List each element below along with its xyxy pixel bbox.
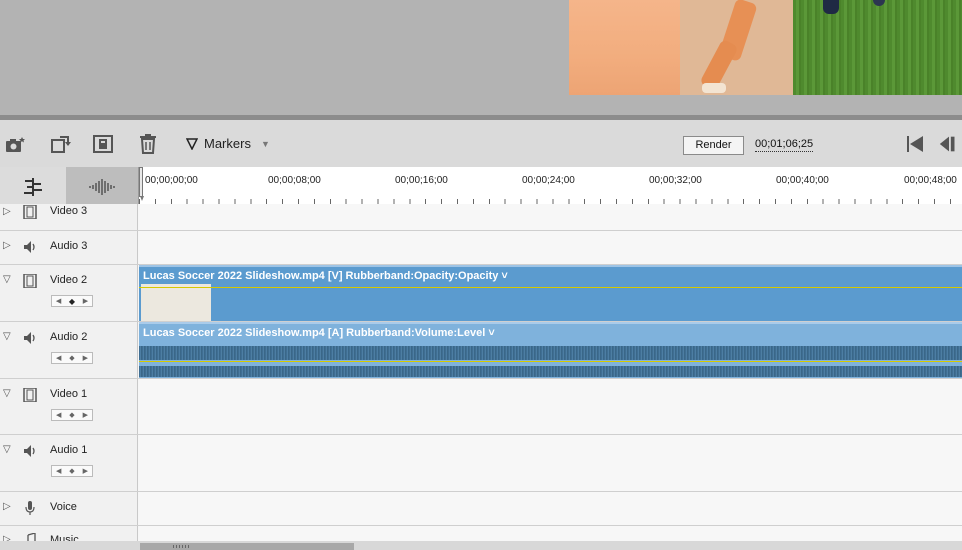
preview-frame — [569, 0, 962, 95]
track-name: Audio 1 — [50, 444, 88, 456]
preview-image-left — [569, 0, 680, 95]
audio-clip[interactable]: Lucas Soccer 2022 Slideshow.mp4 [A] Rubb… — [139, 322, 962, 378]
opacity-rubberband[interactable] — [139, 287, 962, 288]
marker-icon — [186, 137, 198, 150]
trash-icon[interactable] — [137, 134, 159, 154]
collapse-triangle-icon[interactable]: ▽ — [3, 444, 11, 455]
film-icon — [23, 388, 37, 402]
film-icon — [23, 274, 37, 288]
camera-snapshot-icon[interactable] — [5, 134, 27, 154]
audio-view-button[interactable] — [66, 167, 138, 207]
audio-waveform-icon — [89, 179, 115, 195]
keyframe-controls[interactable]: ◀ ◆ ▶ — [51, 352, 93, 364]
speaker-icon — [24, 241, 35, 253]
track-area[interactable] — [139, 492, 962, 525]
tracks-view-button[interactable] — [0, 167, 66, 207]
track-video-1: ▽ Video 1 ◀ ◆ ▶ — [0, 379, 962, 435]
track-name: Voice — [50, 501, 77, 513]
step-back-icon[interactable] — [938, 134, 960, 154]
collapse-triangle-icon[interactable]: ▽ — [3, 331, 11, 342]
ruler-label: 00;00;16;00 — [395, 175, 448, 186]
track-audio-2: ▽ Audio 2 ◀ ◆ ▶ Lucas Soccer 2022 Slidesho… — [0, 322, 962, 379]
speaker-icon — [24, 332, 35, 344]
render-button[interactable]: Render — [683, 136, 744, 155]
track-audio-1: ▽ Audio 1 ◀ ◆ ▶ — [0, 435, 962, 492]
scrollbar-grip-icon — [173, 545, 191, 548]
timeline-tracks: ▷ Video 3 ▷ Audio 3 ▽ Video 2 ◀ ◆ ▶ Lucas … — [0, 204, 962, 550]
expand-triangle-icon[interactable]: ▷ — [3, 240, 11, 251]
volume-rubberband[interactable] — [139, 361, 962, 362]
clip-thumbnail — [141, 284, 211, 321]
markers-label: Markers — [204, 136, 251, 151]
track-voice: ▷ Voice — [0, 492, 962, 526]
track-name: Audio 3 — [50, 240, 88, 252]
microphone-icon — [25, 501, 35, 515]
track-name: Video 2 — [50, 274, 88, 286]
track-area[interactable] — [139, 435, 962, 491]
timecode-field[interactable]: 00;01;06;25 — [755, 138, 814, 152]
video-clip[interactable]: Lucas Soccer 2022 Slideshow.mp4 [V] Rubb… — [139, 265, 962, 321]
markers-menu[interactable]: Markers ▼ — [186, 136, 270, 151]
preview-monitor — [0, 0, 962, 115]
track-list-icon — [24, 178, 42, 196]
keyframe-controls[interactable]: ◀ ◆ ▶ — [51, 409, 93, 421]
keyframe-controls[interactable]: ◀ ◆ ▶ — [51, 295, 93, 307]
film-icon — [23, 205, 37, 219]
ruler-label: 00;00;32;00 — [649, 175, 702, 186]
chevron-down-icon: ▼ — [260, 138, 270, 149]
clip-title: Lucas Soccer 2022 Slideshow.mp4 [V] Rubb… — [143, 270, 508, 282]
go-to-start-icon[interactable] — [904, 134, 926, 154]
track-video-2: ▽ Video 2 ◀ ◆ ▶ Lucas Soccer 2022 Slidesho… — [0, 265, 962, 322]
collapse-triangle-icon[interactable]: ▽ — [3, 388, 11, 399]
track-audio-3: ▷ Audio 3 — [0, 231, 962, 265]
preview-image-right — [793, 0, 962, 95]
ruler-label: 00;00;24;00 — [522, 175, 575, 186]
time-ruler[interactable]: 00;00;00;00 00;00;08;00 00;00;16;00 00;0… — [138, 167, 962, 207]
horizontal-scrollbar[interactable] — [0, 541, 962, 550]
timeline-ruler-row: 00;00;00;00 00;00;08;00 00;00;16;00 00;0… — [0, 167, 962, 207]
speaker-icon — [24, 445, 35, 457]
track-area[interactable] — [139, 379, 962, 434]
playhead[interactable] — [139, 167, 144, 201]
audio-waveform — [139, 346, 962, 360]
smart-trim-icon[interactable] — [92, 134, 114, 154]
ruler-label: 00;00;48;00 — [904, 175, 957, 186]
preview-image-middle — [680, 0, 793, 95]
clip-title: Lucas Soccer 2022 Slideshow.mp4 [A] Rubb… — [143, 327, 495, 339]
expand-triangle-icon[interactable]: ▷ — [3, 206, 11, 217]
track-name: Audio 2 — [50, 331, 88, 343]
track-name: Video 1 — [50, 388, 88, 400]
ruler-label: 00;00;08;00 — [268, 175, 321, 186]
keyframe-controls[interactable]: ◀ ◆ ▶ — [51, 465, 93, 477]
track-name: Video 3 — [50, 205, 88, 217]
audio-waveform — [139, 366, 962, 377]
track-area[interactable] — [139, 231, 962, 264]
expand-triangle-icon[interactable]: ▷ — [3, 501, 11, 512]
ruler-label: 00;00;00;00 — [145, 175, 198, 186]
ruler-label: 00;00;40;00 — [776, 175, 829, 186]
track-area[interactable] — [139, 204, 962, 230]
timeline-toolbar: Markers ▼ Render 00;01;06;25 — [0, 120, 962, 167]
collapse-triangle-icon[interactable]: ▽ — [3, 274, 11, 285]
rotate-icon[interactable] — [50, 134, 72, 154]
track-video-3: ▷ Video 3 — [0, 204, 962, 231]
